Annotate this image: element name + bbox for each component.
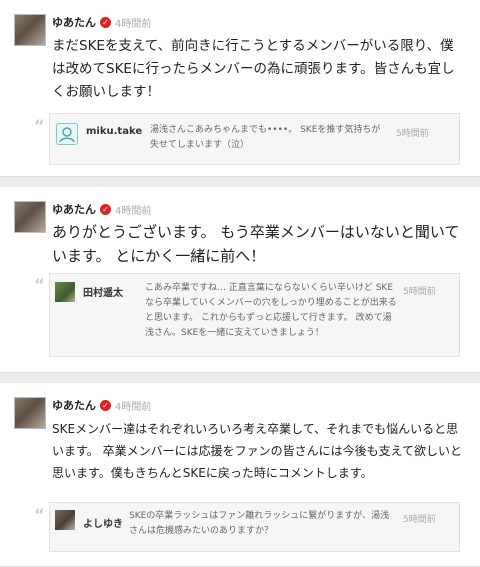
reply-time: 5時間前 — [403, 287, 436, 297]
reply-text: SKEの卒業ラッシュはファン離れラッシュに繋がりますが、湯浅さんは危機感みたいの… — [129, 511, 390, 536]
quote-icon: “ — [34, 116, 45, 135]
post-header: ゆあたん ✓ 4時間前 — [52, 201, 151, 217]
author-name[interactable]: ゆあたん — [52, 201, 96, 217]
reply-username[interactable]: 田村遥太 — [83, 284, 145, 356]
reply-username[interactable]: miku.take — [86, 126, 150, 164]
verified-check-icon: ✓ — [100, 399, 111, 411]
reply-card[interactable]: よしゆき SKEの卒業ラッシュはファン離れラッシュに繋がりますが、湯浅さんは危機… — [49, 502, 460, 552]
post-text: SKEメンバー達はそれぞれいろいろ考え卒業して、それまでも悩んいると思います。 … — [52, 422, 463, 480]
post-card: ゆあたん ✓ 4時間前 まだSKEを支えて、前向きに行こうとするメンバーがいる限… — [0, 0, 480, 177]
reply-time: 5時間前 — [403, 515, 436, 525]
reply-text: こあみ卒業ですね… 正直言葉にならないくらい辛いけど SKEなら卒業していくメン… — [145, 283, 397, 338]
comment-feed: ゆあたん ✓ 4時間前 まだSKEを支えて、前向きに行こうとするメンバーがいる限… — [0, 0, 480, 567]
avatar[interactable] — [14, 201, 46, 233]
post-text: まだSKEを支えて、前向きに行こうとするメンバーがいる限り、僕は改めてSKEに行… — [52, 38, 455, 100]
quote-icon: “ — [34, 505, 45, 524]
reply-text: 湯浅さんこあみちゃんまでも••••。 SKEを推す気持ちが失せてしまいます（泣） — [150, 125, 381, 150]
post-text: ありがとうございます。 もう卒業メンバーはいないと聞いています。 とにかく一緒に… — [52, 223, 460, 265]
verified-check-icon: ✓ — [100, 16, 111, 28]
reply-avatar[interactable] — [55, 510, 75, 530]
reply-username[interactable]: よしゆき — [83, 515, 129, 551]
avatar[interactable] — [14, 14, 46, 46]
post-header: ゆあたん ✓ 4時間前 — [52, 397, 151, 413]
author-avatar-wrap[interactable] — [14, 397, 46, 429]
post-time: 4時間前 — [115, 205, 152, 217]
author-name[interactable]: ゆあたん — [52, 397, 96, 413]
author-name[interactable]: ゆあたん — [52, 14, 96, 30]
quote-icon: “ — [34, 275, 45, 294]
author-avatar-wrap[interactable] — [14, 201, 46, 233]
post-card: ゆあたん ✓ 4時間前 SKEメンバー達はそれぞれいろいろ考え卒業して、それまで… — [0, 383, 480, 567]
user-outline-icon — [59, 127, 75, 143]
reply-card[interactable]: 田村遥太 こあみ卒業ですね… 正直言葉にならないくらい辛いけど SKEなら卒業し… — [49, 273, 460, 357]
post-time: 4時間前 — [115, 401, 152, 413]
post-header: ゆあたん ✓ 4時間前 — [52, 14, 151, 30]
author-avatar-wrap[interactable] — [14, 14, 46, 46]
reply-card[interactable]: miku.take 湯浅さんこあみちゃんまでも••••。 SKEを推す気持ちが失… — [49, 113, 460, 165]
post-card: ゆあたん ✓ 4時間前 ありがとうございます。 もう卒業メンバーはいないと聞いて… — [0, 187, 480, 373]
reply-time: 5時間前 — [396, 129, 429, 139]
reply-avatar[interactable] — [56, 123, 78, 145]
post-time: 4時間前 — [115, 18, 152, 30]
verified-check-icon: ✓ — [100, 203, 111, 215]
avatar[interactable] — [14, 397, 46, 429]
reply-avatar[interactable] — [55, 282, 75, 302]
